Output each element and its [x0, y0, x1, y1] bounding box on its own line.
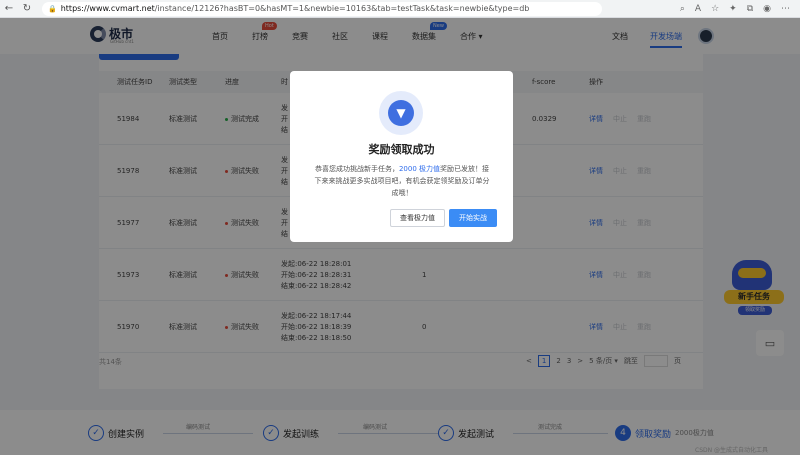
zoom-icon[interactable]: ⌕ [680, 4, 685, 14]
collections-icon[interactable]: ⧉ [747, 4, 753, 14]
lock-icon: 🔒 [48, 4, 57, 13]
browser-toolbar: ← ↻ 🔒 https://www.cvmart.net /instance/1… [0, 0, 800, 18]
more-icon[interactable]: ⋯ [781, 4, 790, 14]
start-practice-button[interactable]: 开始实战 [449, 209, 497, 227]
dialog-title: 奖励领取成功 [368, 143, 435, 156]
profile-icon[interactable]: ◉ [763, 4, 771, 14]
read-aloud-icon[interactable]: A [695, 4, 701, 14]
url-path: /instance/12126?hasBT=0&hasMT=1&newbie=1… [154, 4, 530, 13]
view-points-button[interactable]: 查看极力值 [390, 209, 445, 227]
refresh-icon[interactable]: ↻ [18, 3, 36, 14]
reward-badge-icon: ▼ [379, 91, 423, 135]
dialog-body: 恭喜您成功挑战新手任务，2000 极力值奖励已发放！接下来来挑战更多实战项目吧，… [314, 165, 490, 197]
back-icon[interactable]: ← [0, 3, 18, 14]
url-host: https://www.cvmart.net [60, 4, 155, 13]
extensions-icon[interactable]: ✦ [729, 4, 737, 14]
browser-tools: ⌕ A ☆ ✦ ⧉ ◉ ⋯ [680, 4, 800, 14]
reward-success-dialog: ▼ 奖励领取成功 恭喜您成功挑战新手任务，2000 极力值奖励已发放！接下来来挑… [290, 71, 513, 242]
address-bar[interactable]: 🔒 https://www.cvmart.net /instance/12126… [42, 1, 602, 16]
favorite-icon[interactable]: ☆ [711, 4, 719, 14]
